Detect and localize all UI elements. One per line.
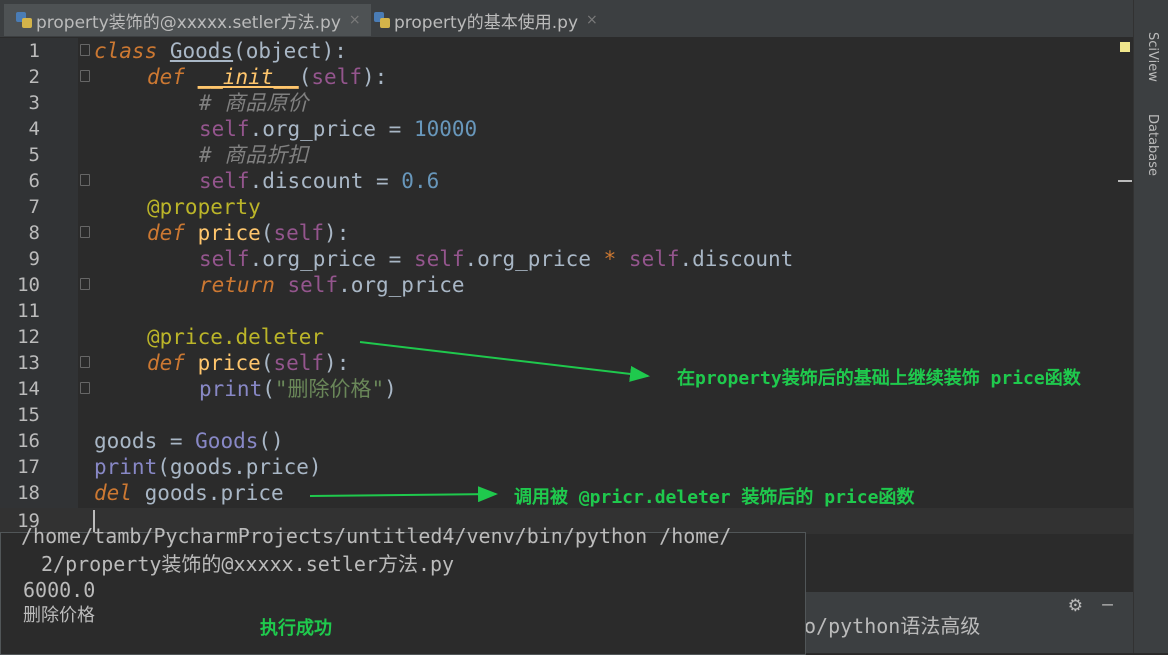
run-output-text: 删除价格 [23, 605, 95, 626]
line-number: 13 [17, 352, 40, 374]
run-output-value: 6000.0 [23, 578, 96, 602]
code-line[interactable]: # 商品原价 [199, 90, 308, 116]
line-number: 10 [17, 274, 40, 296]
python-file-icon [374, 12, 390, 28]
sciview-tool-button[interactable]: SciView [1145, 32, 1160, 82]
annotation-deleter-explain: 在property装饰后的基础上继续装饰 price函数 [677, 368, 1081, 389]
tab-label: property的基本使用.py [394, 12, 579, 33]
run-script-path: 2/property装饰的@xxxxx.setler方法.py [41, 552, 455, 576]
fold-marker-icon[interactable] [80, 382, 90, 394]
code-line[interactable]: del goods.price [94, 480, 284, 506]
run-output-panel[interactable]: /home/tamb/PycharmProjects/untitled4/ven… [0, 524, 806, 655]
right-tool-sidebar: SciView Database [1133, 0, 1168, 653]
fold-marker-icon[interactable] [80, 174, 90, 186]
line-number: 8 [28, 222, 40, 244]
editor-tab-bar: property装饰的@xxxxx.setler方法.py × property… [0, 0, 1133, 38]
close-icon[interactable]: × [349, 12, 361, 28]
tab-basic-usage-file[interactable]: property的基本使用.py × [362, 4, 608, 36]
line-number: 6 [28, 170, 40, 192]
fold-marker-icon[interactable] [80, 44, 90, 56]
python-file-icon [16, 12, 32, 28]
inspection-status-icon[interactable] [1120, 42, 1130, 52]
code-line[interactable]: @price.deleter [147, 324, 324, 350]
code-line[interactable]: return self.org_price [199, 272, 465, 298]
code-line[interactable]: def price(self): [147, 350, 349, 376]
line-number: 9 [28, 248, 40, 270]
tab-setler-file[interactable]: property装饰的@xxxxx.setler方法.py × [4, 4, 371, 36]
code-line[interactable]: # 商品折扣 [199, 142, 308, 168]
gear-icon[interactable]: ⚙ [1068, 596, 1083, 616]
scroll-marker [1118, 180, 1132, 182]
line-number: 4 [28, 118, 40, 140]
line-number: 1 [28, 40, 40, 62]
line-number: 16 [17, 430, 40, 452]
run-command-path: /home/tamb/PycharmProjects/untitled4/ven… [21, 524, 732, 548]
fold-marker-icon[interactable] [80, 356, 90, 368]
database-tool-button[interactable]: Database [1145, 114, 1160, 176]
annotation-call-explain: 调用被 @pricr.deleter 装饰后的 price函数 [514, 487, 915, 508]
code-line[interactable]: class Goods(object): [94, 38, 347, 64]
code-editor[interactable]: 1 class Goods(object): 2 def __init__(se… [0, 38, 1133, 535]
line-number: 12 [17, 326, 40, 348]
line-number: 7 [28, 196, 40, 218]
bottom-tool-panel: ⚙ — o/python语法高级 [804, 592, 1133, 653]
line-number: 14 [17, 378, 40, 400]
code-line[interactable]: def price(self): [147, 220, 349, 246]
code-line[interactable]: self.org_price = self.org_price * self.d… [199, 246, 793, 272]
line-number: 2 [28, 66, 40, 88]
background-path-text: o/python语法高级 [804, 614, 981, 638]
line-number: 15 [17, 404, 40, 426]
tab-label: property装饰的@xxxxx.setler方法.py [36, 12, 341, 33]
line-number: 11 [17, 300, 40, 322]
code-line[interactable]: self.org_price = 10000 [199, 116, 477, 142]
fold-marker-icon[interactable] [80, 226, 90, 238]
line-number: 17 [17, 456, 40, 478]
code-line[interactable]: def __init__(self): [147, 64, 387, 90]
code-line[interactable]: print("删除价格") [199, 376, 397, 402]
minimize-icon[interactable]: — [1102, 594, 1113, 615]
annotation-success: 执行成功 [260, 618, 332, 639]
close-icon[interactable]: × [586, 12, 598, 28]
code-line[interactable]: print(goods.price) [94, 454, 322, 480]
code-line[interactable]: @property [147, 194, 261, 220]
fold-marker-icon[interactable] [80, 70, 90, 82]
line-number: 18 [17, 482, 40, 504]
code-line[interactable]: goods = Goods() [94, 428, 284, 454]
line-number: 3 [28, 92, 40, 114]
code-line[interactable]: self.discount = 0.6 [199, 168, 439, 194]
fold-marker-icon[interactable] [80, 278, 90, 290]
line-number: 5 [28, 144, 40, 166]
